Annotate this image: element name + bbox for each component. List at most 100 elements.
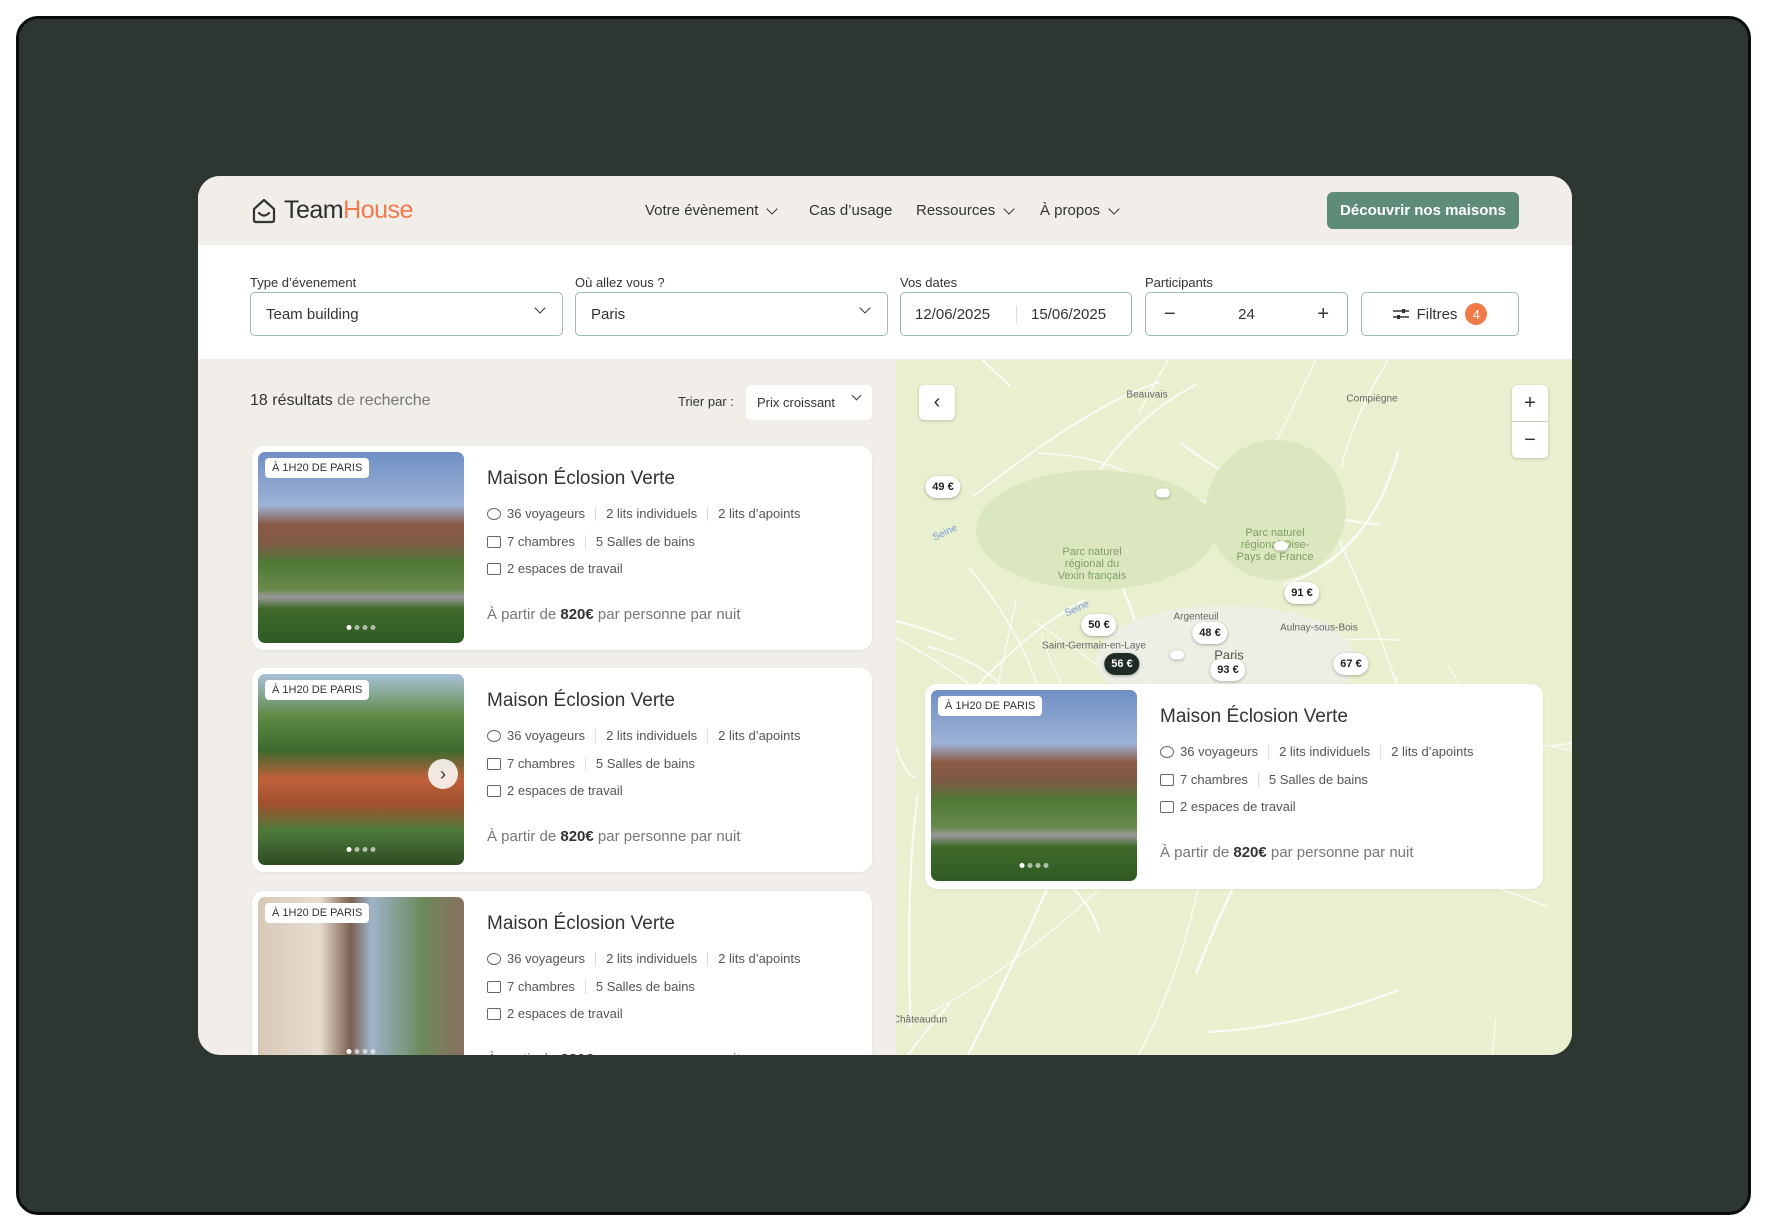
- filters-button[interactable]: Filtres 4: [1361, 292, 1519, 336]
- price-pin[interactable]: 48 €: [1192, 622, 1228, 644]
- listing-title[interactable]: Maison Éclosion Verte: [1160, 706, 1348, 728]
- rooms: 7 chambres: [507, 979, 575, 994]
- cluster-pin[interactable]: [1156, 488, 1170, 498]
- dot[interactable]: [370, 1049, 376, 1054]
- dot[interactable]: [346, 1049, 352, 1054]
- workspace-icon: [487, 1007, 501, 1020]
- price-pin[interactable]: 56 €: [1104, 653, 1140, 675]
- map-label: Argenteuil: [1173, 611, 1219, 623]
- price-pin[interactable]: 49 €: [925, 476, 961, 498]
- listing-title[interactable]: Maison Éclosion Verte: [487, 913, 675, 935]
- decrement-button[interactable]: −: [1164, 303, 1176, 326]
- dot[interactable]: [370, 847, 376, 852]
- single-beds: 2 lits individuels: [1279, 744, 1371, 759]
- dot[interactable]: [362, 625, 368, 630]
- map-label: Châteaudun: [896, 1014, 948, 1026]
- price-prefix: À partir de: [487, 1051, 560, 1055]
- destination-select[interactable]: Paris: [575, 292, 888, 336]
- dot[interactable]: [346, 847, 352, 852]
- nav-ressources[interactable]: Ressources: [916, 202, 1015, 219]
- guests-icon: [487, 952, 501, 965]
- price-pin[interactable]: 93 €: [1210, 659, 1246, 681]
- discover-houses-button[interactable]: Découvrir nos maisons: [1327, 192, 1519, 229]
- workspaces: 2 espaces de travail: [507, 561, 623, 576]
- price-pin[interactable]: 91 €: [1284, 582, 1320, 604]
- collapse-map-button[interactable]: ‹: [919, 385, 955, 420]
- start-date[interactable]: 12/06/2025: [901, 305, 1017, 323]
- destination-value: Paris: [591, 305, 626, 323]
- dates-label: Vos dates: [900, 275, 958, 290]
- photo-carousel-dots[interactable]: [346, 625, 376, 630]
- bedroom-icon: [1160, 773, 1174, 786]
- listing-title[interactable]: Maison Éclosion Verte: [487, 468, 675, 490]
- photo-carousel-dots[interactable]: [346, 1049, 376, 1054]
- next-photo-button[interactable]: ›: [428, 759, 458, 789]
- listing-photo[interactable]: À 1H20 DE PARIS: [931, 690, 1137, 881]
- dot[interactable]: [1019, 863, 1025, 868]
- search-bar: Type d’évenement Team building Où allez …: [198, 245, 1572, 359]
- guests: 36 voyageurs: [507, 728, 586, 743]
- nav-a-propos[interactable]: À propos: [1040, 202, 1120, 219]
- results-number: 18 résultats: [250, 392, 333, 409]
- price-value: 820€: [560, 1051, 593, 1055]
- rooms: 7 chambres: [507, 756, 575, 771]
- chevron-down-icon: [851, 390, 862, 401]
- dot[interactable]: [362, 1049, 368, 1054]
- chevron-down-icon: [1108, 202, 1120, 215]
- sort-select[interactable]: Prix croissant: [746, 385, 872, 420]
- cluster-pin[interactable]: [1170, 650, 1184, 660]
- nav-votre-evenement[interactable]: Votre évènement: [645, 202, 779, 219]
- nav-cas-usage[interactable]: Cas d’usage: [809, 202, 892, 219]
- nav-label: Votre évènement: [645, 202, 759, 219]
- chevron-down-icon: [859, 302, 871, 314]
- bathrooms: 5 Salles de bains: [1268, 772, 1368, 787]
- guests: 36 voyageurs: [507, 506, 586, 521]
- price-suffix: par personne par nuit: [1266, 844, 1414, 861]
- map[interactable]: ‹ + − Beauvais Compiègne Parc naturel régi…: [896, 360, 1572, 1055]
- listing-photo[interactable]: À 1H20 DE PARIS ›: [258, 674, 464, 865]
- listing-card[interactable]: À 1H20 DE PARIS Maison Éclosion Verte 36…: [252, 446, 872, 650]
- increment-button[interactable]: +: [1317, 303, 1329, 326]
- zoom-in-button[interactable]: +: [1512, 385, 1548, 421]
- price-suffix: par personne par nuit: [594, 1051, 741, 1055]
- listing-title[interactable]: Maison Éclosion Verte: [487, 690, 675, 712]
- dot[interactable]: [354, 625, 360, 630]
- price-value: 820€: [1233, 844, 1267, 861]
- sort-label: Trier par :: [678, 394, 734, 409]
- event-type-select[interactable]: Team building: [250, 292, 563, 336]
- dot[interactable]: [362, 847, 368, 852]
- price-pin[interactable]: 50 €: [1081, 614, 1117, 636]
- listing-card[interactable]: À 1H20 DE PARIS › Maison Éclosion Verte …: [252, 668, 872, 872]
- distance-badge: À 1H20 DE PARIS: [265, 903, 370, 923]
- dot[interactable]: [1043, 863, 1049, 868]
- single-beds: 2 lits individuels: [606, 728, 698, 743]
- end-date[interactable]: 15/06/2025: [1017, 306, 1106, 323]
- participants-label: Participants: [1145, 275, 1213, 290]
- dot[interactable]: [354, 847, 360, 852]
- logo-text-house: House: [343, 196, 413, 224]
- logo[interactable]: TeamHouse: [250, 196, 413, 225]
- listing-photo[interactable]: À 1H20 DE PARIS: [258, 897, 464, 1055]
- map-listing-popup[interactable]: À 1H20 DE PARIS Maison Éclosion Verte 36…: [925, 684, 1543, 889]
- price-pin[interactable]: 67 €: [1333, 653, 1369, 675]
- dot[interactable]: [346, 625, 352, 630]
- photo-carousel-dots[interactable]: [1019, 863, 1049, 868]
- house-logo-icon: [252, 198, 276, 223]
- price-prefix: À partir de: [1160, 844, 1234, 861]
- distance-badge: À 1H20 DE PARIS: [938, 696, 1043, 716]
- zoom-out-button[interactable]: −: [1512, 422, 1548, 458]
- map-label: Saint-Germain-en-Laye: [1042, 640, 1146, 652]
- photo-carousel-dots[interactable]: [346, 847, 376, 852]
- dot[interactable]: [370, 625, 376, 630]
- participants-value[interactable]: 24: [1238, 306, 1255, 323]
- cluster-pin[interactable]: [1274, 541, 1288, 551]
- bedroom-icon: [487, 757, 501, 770]
- dot[interactable]: [1035, 863, 1041, 868]
- dot[interactable]: [1027, 863, 1033, 868]
- listing-card[interactable]: À 1H20 DE PARIS Maison Éclosion Verte 36…: [252, 891, 872, 1055]
- nav-label: Ressources: [916, 202, 996, 219]
- workspace-icon: [1160, 800, 1174, 813]
- listing-photo[interactable]: À 1H20 DE PARIS: [258, 452, 464, 643]
- dot[interactable]: [354, 1049, 360, 1054]
- dates-field[interactable]: 12/06/2025 15/06/2025: [900, 292, 1132, 336]
